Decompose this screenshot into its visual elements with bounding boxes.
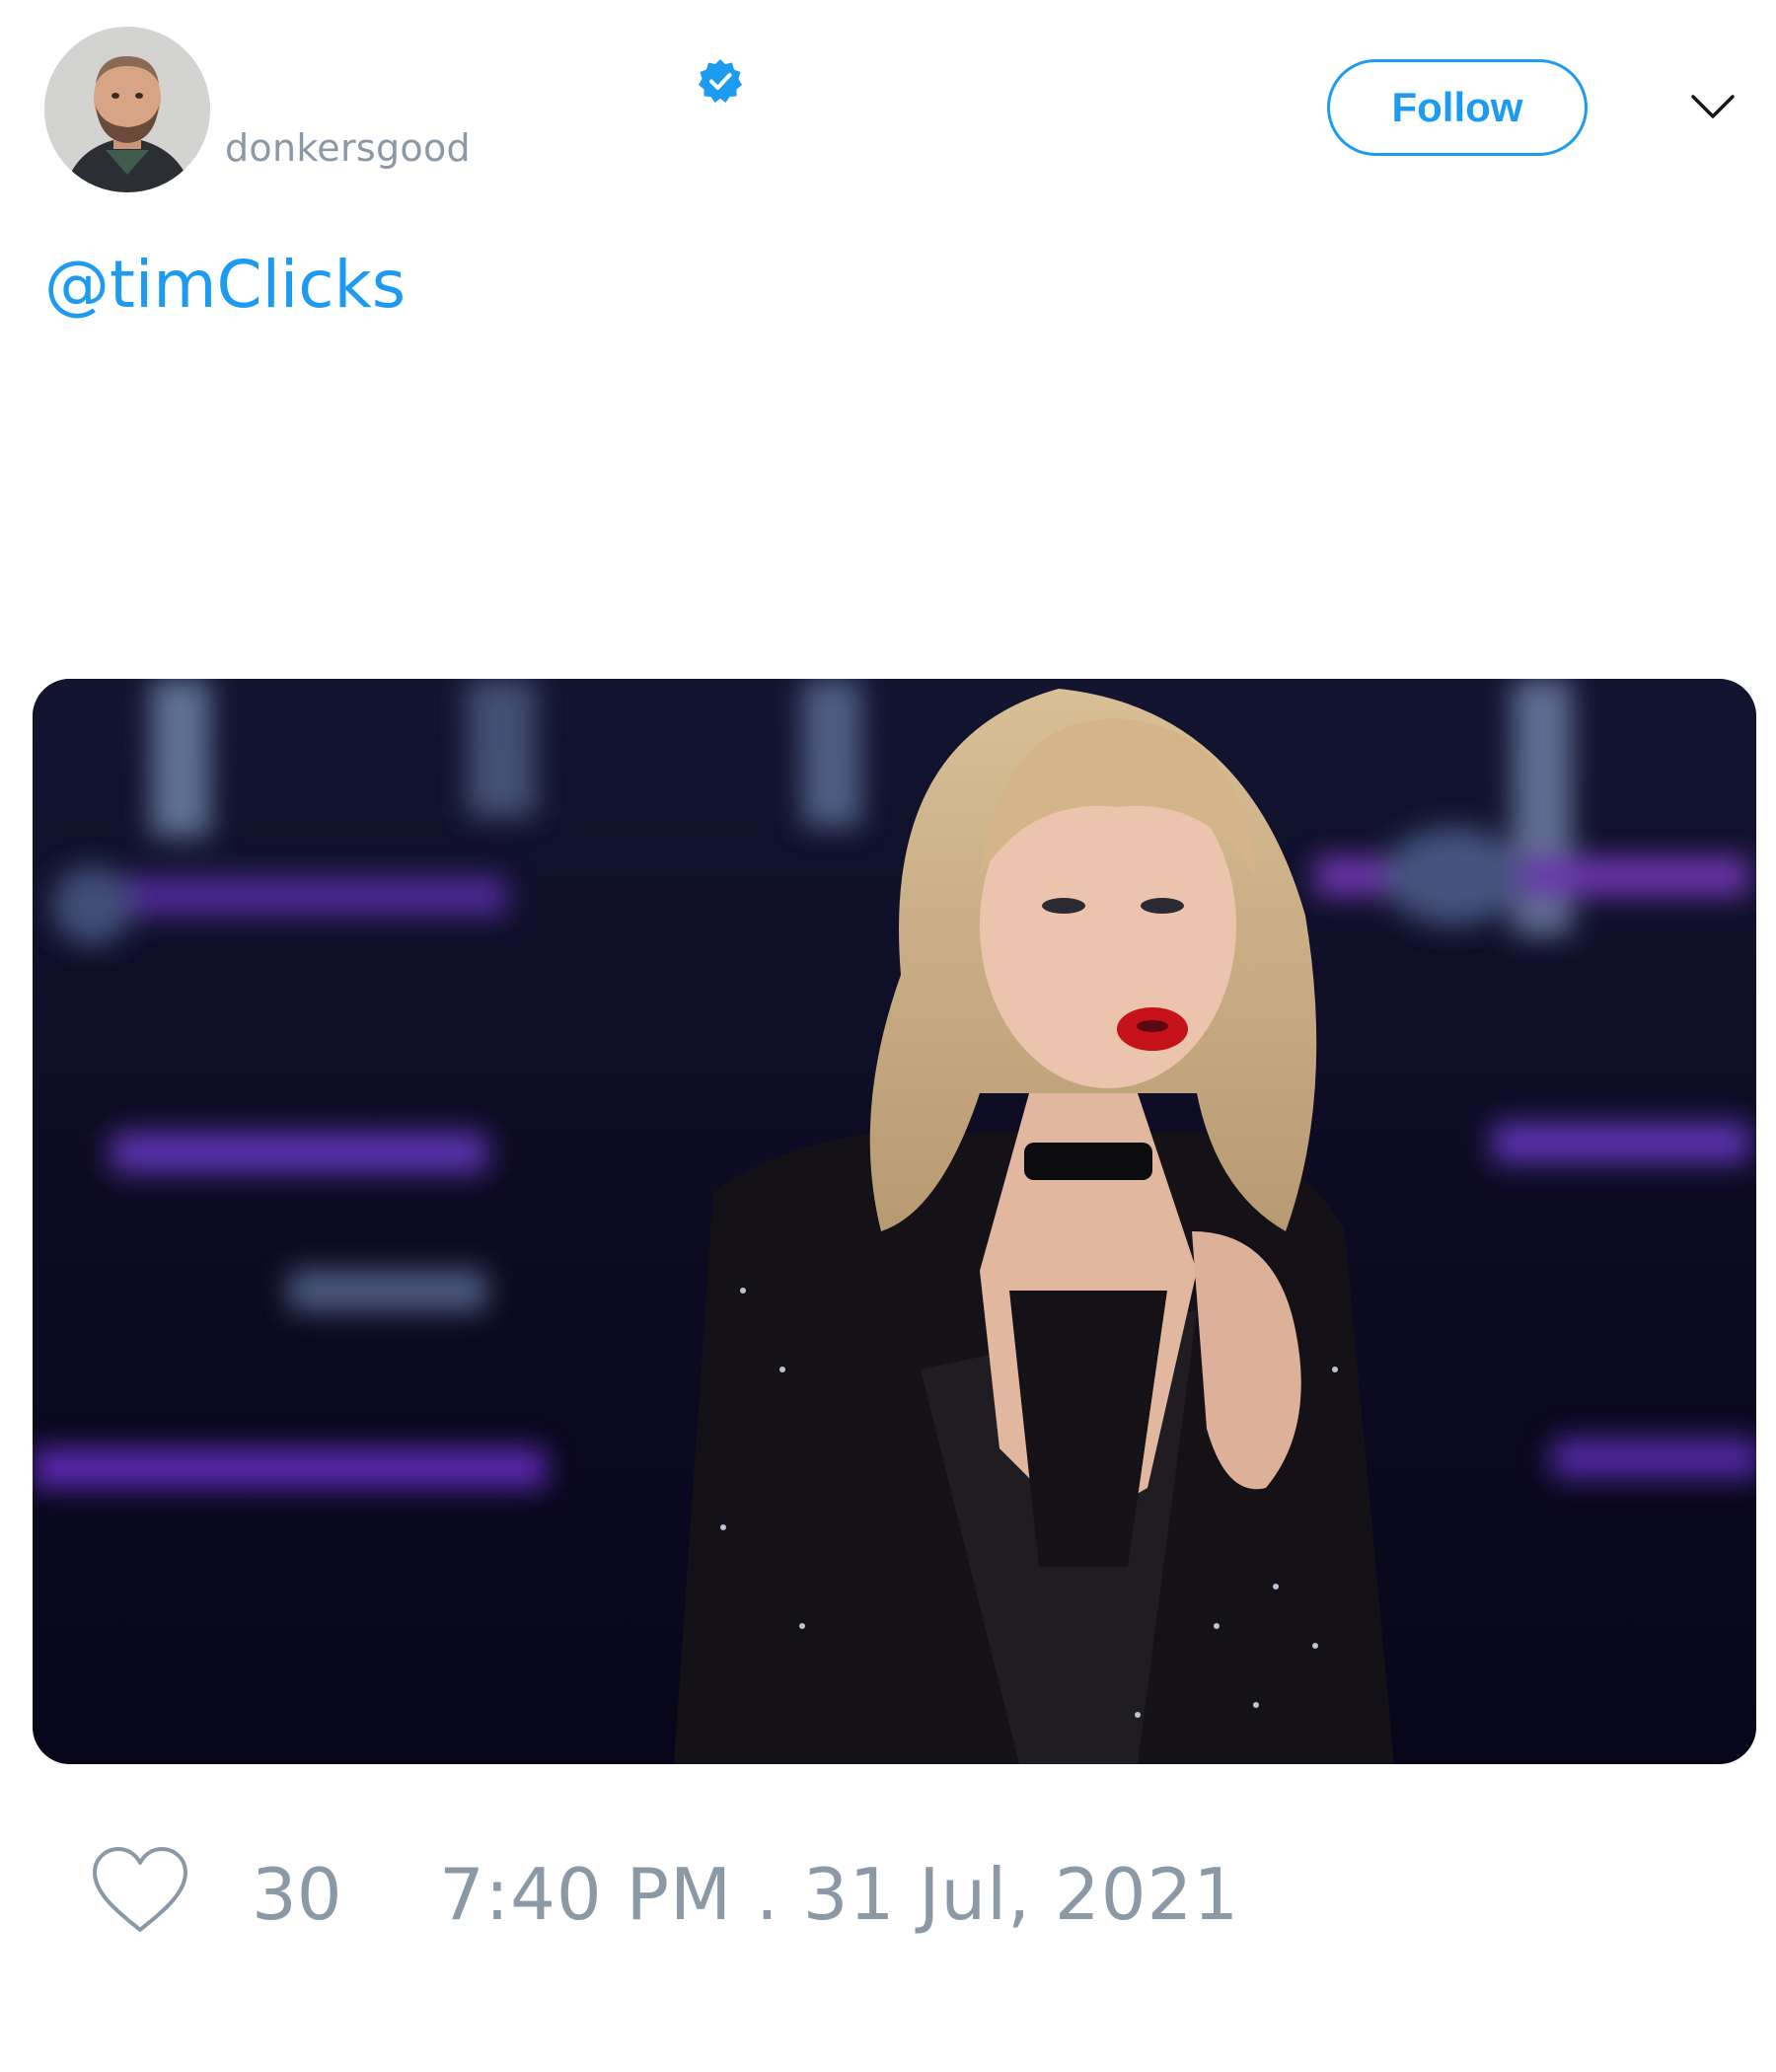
heart-outline-icon[interactable] [87, 1843, 193, 1938]
tweet-text-mention[interactable]: @timClicks [44, 247, 406, 323]
username[interactable]: donkersgood [225, 126, 471, 170]
avatar[interactable] [44, 27, 210, 192]
like-count: 30 [252, 1853, 342, 1936]
verified-badge-icon [697, 57, 744, 105]
follow-button[interactable]: Follow [1327, 59, 1588, 156]
tweet-timestamp[interactable]: 7:40 PM . 31 Jul, 2021 [439, 1853, 1239, 1936]
chevron-down-icon[interactable] [1687, 87, 1739, 126]
tweet-media[interactable] [33, 679, 1756, 1764]
